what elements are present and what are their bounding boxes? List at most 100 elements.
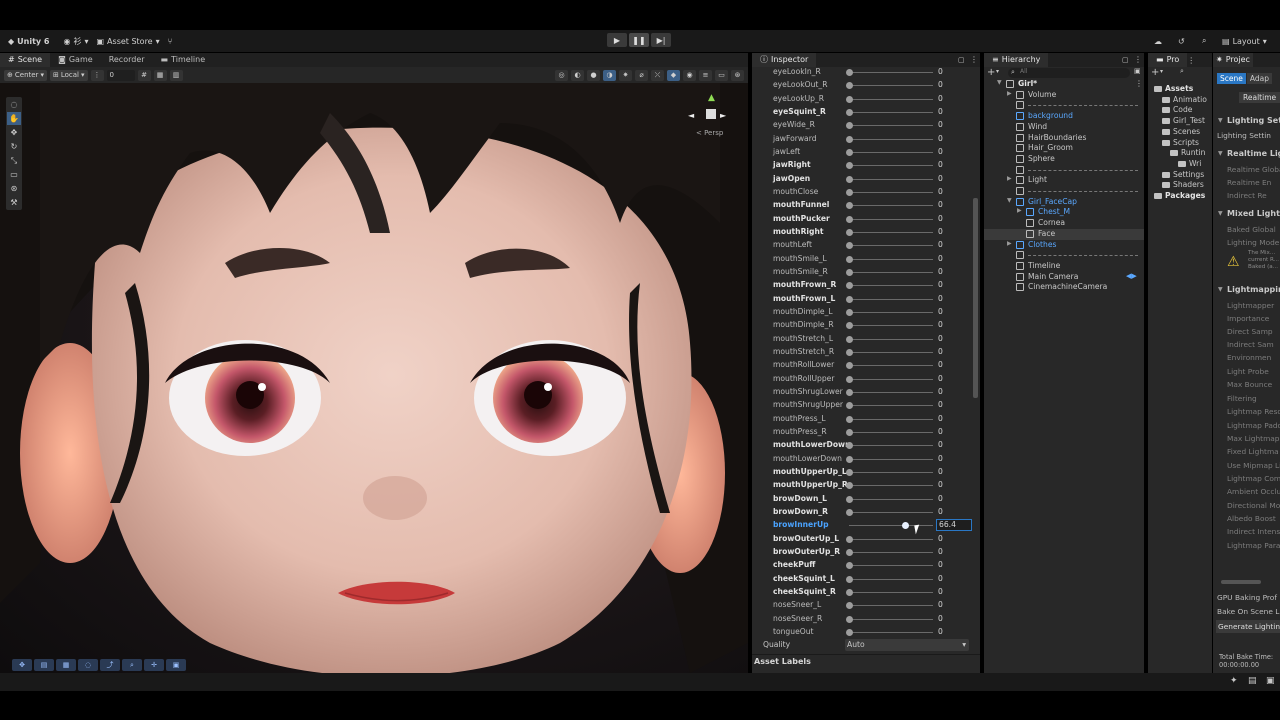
blendshape-value-field[interactable]: 0 bbox=[936, 600, 972, 611]
slider-handle[interactable] bbox=[846, 415, 853, 423]
cloud-button[interactable]: ☁ bbox=[1150, 32, 1166, 50]
slider-handle[interactable] bbox=[846, 442, 853, 450]
blendshape-value-field[interactable]: 0 bbox=[936, 467, 972, 478]
blendshape-value-field[interactable]: 0 bbox=[936, 440, 972, 451]
search-icon[interactable]: ⌕ bbox=[1180, 67, 1184, 76]
slider-handle[interactable] bbox=[846, 548, 853, 556]
blendshape-slider[interactable] bbox=[849, 591, 933, 593]
slider-handle[interactable] bbox=[846, 455, 853, 463]
slider-handle[interactable] bbox=[846, 282, 853, 290]
grid-overlay-icon[interactable]: ▤ bbox=[34, 659, 54, 671]
slider-handle[interactable] bbox=[846, 602, 853, 610]
blendshape-value-field[interactable]: 0 bbox=[936, 587, 972, 598]
hierarchy-item[interactable]: CinemachineCamera bbox=[984, 282, 1144, 293]
blendshape-slider[interactable] bbox=[849, 151, 933, 153]
blendshape-slider[interactable] bbox=[849, 525, 933, 527]
camera-settings-icon[interactable]: ▭ bbox=[715, 69, 728, 81]
blendshape-slider[interactable] bbox=[849, 391, 933, 393]
blendshape-slider[interactable] bbox=[849, 618, 933, 620]
blendshape-value-field[interactable]: 0 bbox=[936, 254, 972, 265]
slider-handle[interactable] bbox=[846, 255, 853, 263]
slider-handle[interactable] bbox=[846, 388, 853, 396]
blendshape-slider[interactable] bbox=[849, 511, 933, 513]
hierarchy-item[interactable]: ▶ Volume bbox=[984, 90, 1144, 101]
hand-tool-icon[interactable]: ✋ bbox=[7, 112, 21, 125]
blendshape-value-field[interactable]: 0 bbox=[936, 547, 972, 558]
notifications-icon[interactable]: ▣ bbox=[1266, 676, 1275, 686]
expand-arrow-icon[interactable]: ▼ bbox=[1218, 117, 1223, 124]
blendshape-value-field[interactable]: 0 bbox=[936, 534, 972, 545]
blendshape-value-field[interactable]: 0 bbox=[936, 560, 972, 571]
blendshape-value-field[interactable]: 0 bbox=[936, 454, 972, 465]
kebab-menu-icon[interactable]: ⋮ bbox=[1187, 56, 1195, 65]
hierarchy-item[interactable] bbox=[984, 186, 1144, 197]
project-folder[interactable]: Animatio bbox=[1148, 95, 1212, 106]
transform-tool-icon[interactable]: ⊛ bbox=[7, 182, 21, 195]
project-folder[interactable]: Shaders bbox=[1148, 180, 1212, 191]
lighting-toggle-icon[interactable]: ✷ bbox=[619, 69, 632, 81]
project-folder[interactable]: Code bbox=[1148, 105, 1212, 116]
hierarchy-item[interactable]: ▼ Girl_FaceCap bbox=[984, 197, 1144, 208]
blendshape-slider[interactable] bbox=[849, 338, 933, 340]
slider-handle[interactable] bbox=[901, 522, 909, 530]
slider-handle[interactable] bbox=[846, 588, 853, 596]
version-control-button[interactable]: ⑂ bbox=[164, 32, 177, 50]
blendshape-value-field[interactable]: 0 bbox=[936, 80, 972, 91]
blendshape-value-field[interactable]: 0 bbox=[936, 574, 972, 585]
blendshape-value-field[interactable]: 0 bbox=[936, 160, 972, 171]
tab-scene[interactable]: # Scene bbox=[0, 53, 51, 67]
slider-handle[interactable] bbox=[846, 575, 853, 583]
slider-handle[interactable] bbox=[846, 135, 853, 143]
camera-icon[interactable]: ◆ bbox=[667, 69, 680, 81]
project-folder[interactable]: Girl_Test bbox=[1148, 116, 1212, 127]
hierarchy-item[interactable]: Hair_Groom bbox=[984, 143, 1144, 154]
quality-dropdown[interactable]: Auto ▾ bbox=[845, 639, 969, 651]
hierarchy-search-input[interactable]: ⌕ All bbox=[1008, 68, 1130, 78]
blendshape-value-field[interactable]: 0 bbox=[936, 240, 972, 251]
scene-gizmo[interactable]: ▲ ◄ ► < Persp bbox=[686, 93, 736, 148]
render-mode-icon[interactable]: ◑ bbox=[603, 69, 616, 81]
blendshape-value-field[interactable]: 0 bbox=[936, 307, 972, 318]
slider-handle[interactable] bbox=[846, 322, 853, 330]
slider-handle[interactable] bbox=[846, 295, 853, 303]
blendshape-slider[interactable] bbox=[849, 405, 933, 407]
blendshape-slider[interactable] bbox=[849, 245, 933, 247]
blendshape-value-field[interactable]: 0 bbox=[936, 187, 972, 198]
blendshape-slider[interactable] bbox=[849, 605, 933, 607]
add-icon[interactable]: + bbox=[987, 67, 995, 78]
step-button[interactable]: ▶| bbox=[651, 33, 671, 47]
slider-handle[interactable] bbox=[846, 82, 853, 90]
blendshape-value-field[interactable]: 0 bbox=[936, 334, 972, 345]
slider-handle[interactable] bbox=[846, 468, 853, 476]
slider-handle[interactable] bbox=[846, 535, 853, 543]
blendshape-slider[interactable] bbox=[849, 231, 933, 233]
slider-handle[interactable] bbox=[846, 375, 853, 383]
slider-handle[interactable] bbox=[846, 335, 853, 343]
collapse-arrow-icon[interactable]: ▶ bbox=[1007, 175, 1012, 182]
slider-handle[interactable] bbox=[846, 615, 853, 623]
collapse-arrow-icon[interactable]: ▶ bbox=[1007, 240, 1012, 247]
project-folder[interactable]: Wri bbox=[1148, 159, 1212, 170]
lighting-section-header[interactable]: Mixed Lighti bbox=[1227, 209, 1280, 218]
layout-dropdown[interactable]: ▤ Layout ▾ bbox=[1218, 32, 1271, 50]
space-dropdown[interactable]: ⊞ Local ▾ bbox=[49, 69, 88, 81]
blendshape-slider[interactable] bbox=[849, 271, 933, 273]
blendshape-slider[interactable] bbox=[849, 418, 933, 420]
blendshape-slider[interactable] bbox=[849, 431, 933, 433]
blendshape-value-field[interactable]: 0 bbox=[936, 67, 972, 78]
hierarchy-item[interactable] bbox=[984, 250, 1144, 261]
center-overlay-icon[interactable]: ✛ bbox=[144, 659, 164, 671]
adaptive-subtab[interactable]: Adap bbox=[1246, 73, 1272, 84]
blendshape-slider[interactable] bbox=[849, 258, 933, 260]
project-folder[interactable]: Assets bbox=[1148, 84, 1212, 95]
slider-handle[interactable] bbox=[846, 242, 853, 250]
blendshape-slider[interactable] bbox=[849, 631, 933, 633]
search-button[interactable]: ⌕ bbox=[1198, 32, 1210, 50]
slider-handle[interactable] bbox=[846, 508, 853, 516]
blendshape-value-field[interactable]: 0 bbox=[936, 414, 972, 425]
blendshape-slider[interactable] bbox=[849, 125, 933, 127]
blendshape-slider[interactable] bbox=[849, 298, 933, 300]
blendshape-slider[interactable] bbox=[849, 218, 933, 220]
tab-hierarchy[interactable]: ≡ Hierarchy bbox=[984, 53, 1049, 67]
hierarchy-item[interactable]: Timeline bbox=[984, 261, 1144, 272]
